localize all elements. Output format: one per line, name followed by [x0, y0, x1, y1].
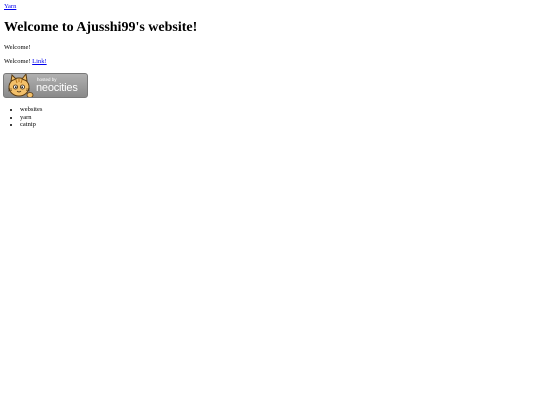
page-title: Welcome to Ajusshi99's website!: [4, 20, 198, 35]
yarn-link[interactable]: Yarn: [4, 3, 16, 11]
list-item: catnip: [20, 121, 42, 129]
neocities-badge[interactable]: hosted by neocities: [3, 73, 88, 98]
topic-list: websites yarn catnip: [4, 106, 42, 129]
badge-neocities-text: neocities: [36, 82, 78, 94]
list-item: yarn: [20, 114, 42, 122]
welcome-link-prefix: Welcome!: [4, 58, 33, 65]
welcome-link[interactable]: Link!: [32, 58, 46, 65]
neocities-cat-icon: [7, 74, 34, 97]
welcome-text: Welcome!: [4, 44, 31, 51]
list-item: websites: [20, 106, 42, 114]
welcome-link-paragraph: Welcome! Link!: [4, 58, 47, 66]
